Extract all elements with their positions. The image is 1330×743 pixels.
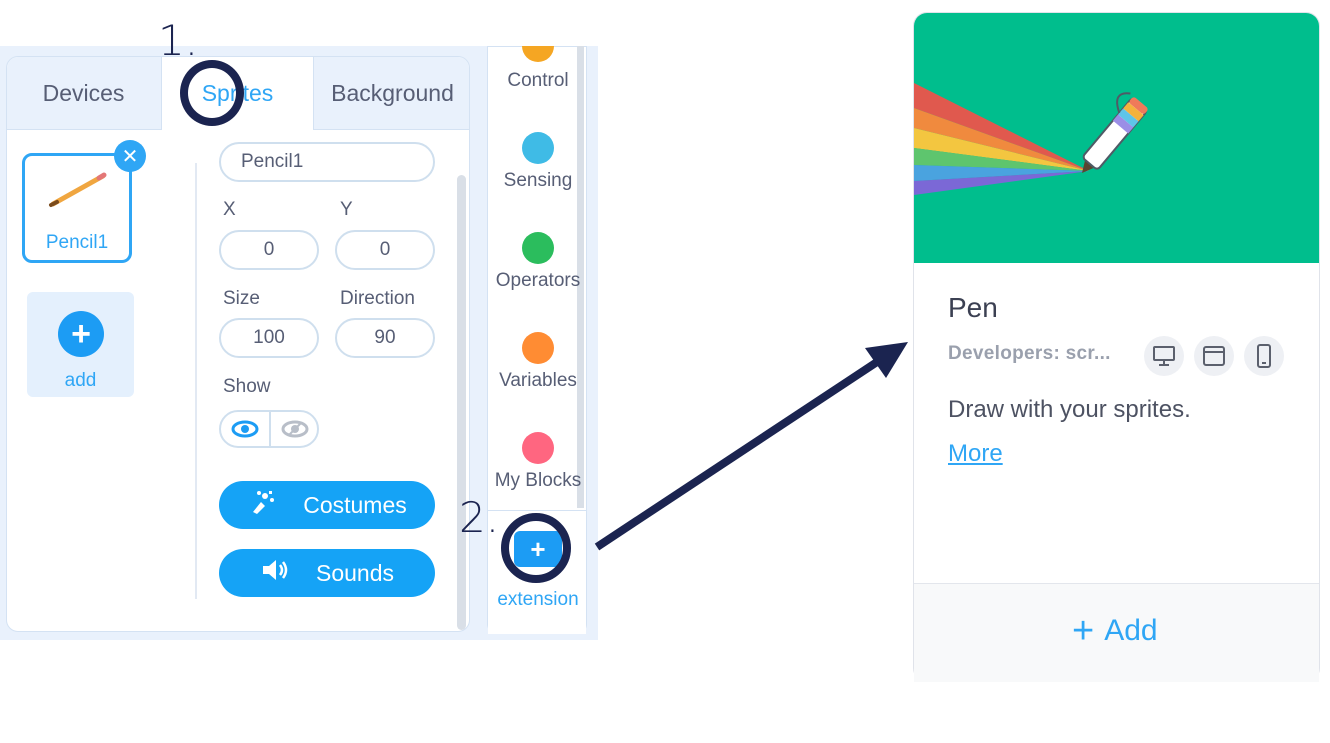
x-label: X [223, 199, 236, 220]
costumes-label: Costumes [303, 491, 407, 518]
category-control-label[interactable]: Control [489, 70, 587, 92]
direction-label: Direction [340, 288, 415, 309]
show-toggle[interactable] [219, 410, 319, 448]
costumes-button[interactable]: Costumes [219, 481, 435, 529]
step-2-circle [501, 513, 571, 583]
add-label: Add [1104, 614, 1158, 647]
direction-input[interactable]: 90 [335, 318, 435, 358]
tab-devices[interactable]: Devices [7, 57, 160, 129]
sounds-button[interactable]: Sounds [219, 549, 435, 597]
close-icon[interactable]: ✕ [114, 140, 146, 172]
show-label: Show [223, 376, 271, 397]
speaker-icon [260, 557, 290, 589]
y-input[interactable]: 0 [335, 230, 435, 270]
category-sensing-dot[interactable] [522, 132, 554, 164]
browser-window-icon [1194, 336, 1234, 376]
size-input[interactable]: 100 [219, 318, 319, 358]
divider [195, 163, 197, 599]
step-1-number: 1. [158, 16, 199, 65]
extension-developers: Developers: scr... [948, 343, 1111, 364]
arrow-to-extension [594, 342, 908, 551]
y-label: Y [340, 199, 353, 220]
plus-icon: + [1072, 610, 1095, 652]
step-1-circle [180, 60, 244, 126]
category-variables-dot[interactable] [522, 332, 554, 364]
sprite-name-input[interactable]: Pencil1 [219, 142, 435, 182]
properties-scrollbar[interactable] [457, 175, 466, 630]
mobile-icon [1244, 336, 1284, 376]
category-operators-label[interactable]: Operators [489, 270, 587, 292]
x-input[interactable]: 0 [219, 230, 319, 270]
pen-rainbow-icon [914, 83, 1148, 195]
category-variables-label[interactable]: Variables [489, 370, 587, 392]
extension-description-text: Draw with your sprites. [948, 396, 1191, 423]
extension-description: Draw with your sprites. More [948, 388, 1248, 476]
plus-icon[interactable]: + [58, 311, 104, 357]
category-my-blocks-dot[interactable] [522, 432, 554, 464]
eye-closed-icon[interactable] [269, 412, 317, 446]
extension-banner [914, 13, 1319, 263]
more-link[interactable]: More [948, 440, 1003, 467]
category-operators-dot[interactable] [522, 232, 554, 264]
extension-label[interactable]: extension [488, 589, 588, 611]
category-sensing-label[interactable]: Sensing [489, 170, 587, 192]
brush-icon [247, 488, 277, 522]
category-my-blocks-label[interactable]: My Blocks [489, 470, 587, 492]
step-2-number: 2. [459, 493, 500, 542]
sprite-name-label: Pencil1 [45, 232, 109, 253]
sounds-label: Sounds [315, 559, 394, 586]
extension-title: Pen [948, 292, 998, 323]
eye-open-icon[interactable] [221, 412, 269, 446]
tab-background[interactable]: Background [316, 57, 469, 129]
size-label: Size [223, 288, 260, 309]
desktop-icon [1144, 336, 1184, 376]
add-extension-confirm-button[interactable]: + Add [1072, 612, 1158, 650]
add-sprite-label: add [64, 370, 97, 391]
